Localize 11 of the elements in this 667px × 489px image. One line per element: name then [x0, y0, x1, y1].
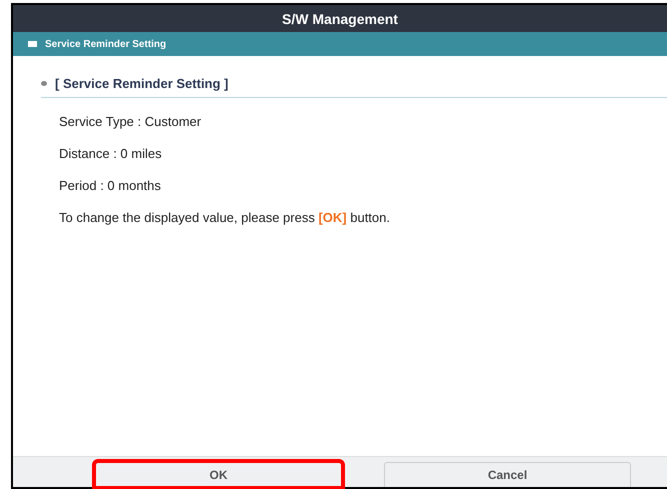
square-icon — [28, 41, 37, 47]
info-text: Service Type : Customer — [58, 113, 202, 130]
info-text: To change the displayed value, please press [OK] button. — [58, 209, 391, 226]
info-text: Distance : 0 miles — [58, 145, 163, 162]
window-title: S/W Management — [282, 10, 398, 26]
panel-heading: [ Service Reminder Setting ] — [55, 76, 228, 91]
info-text: Period : 0 months — [58, 177, 162, 194]
cancel-button[interactable]: Cancel — [384, 462, 631, 487]
bullet-icon — [41, 81, 47, 86]
section-title: Service Reminder Setting — [45, 38, 166, 50]
ok-button[interactable]: OK — [95, 462, 342, 487]
